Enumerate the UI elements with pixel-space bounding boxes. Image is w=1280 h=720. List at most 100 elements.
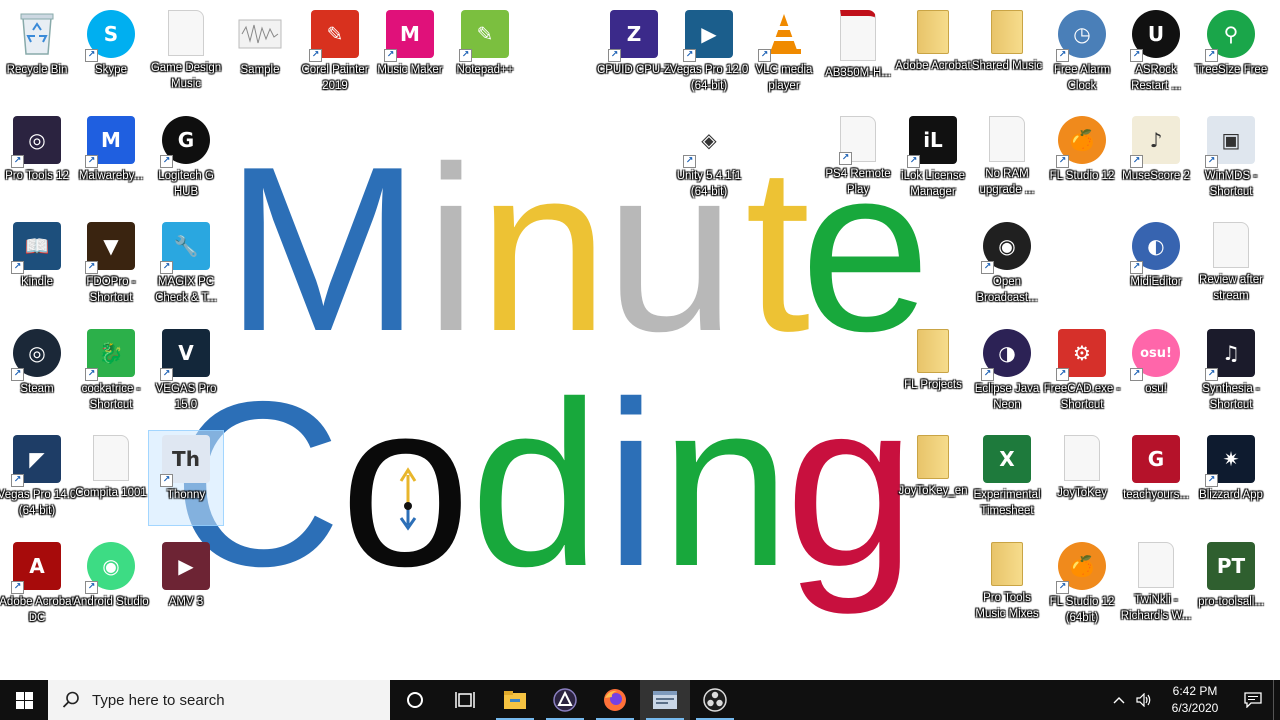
desktop-icon-open-broadcast[interactable]: ◉ ↗ Open Broadcast... <box>970 218 1044 322</box>
task-view-button[interactable] <box>440 680 490 720</box>
desktop-icon-corel-painter-2019[interactable]: ✎ ↗ Corel Painter 2019 <box>298 6 372 110</box>
desktop-icon-vegas-pro-14-0-64-bit[interactable]: ◤ ↗ Vegas Pro 14.0 (64-bit) <box>0 431 76 535</box>
thonny-taskbar-button[interactable] <box>640 680 690 720</box>
musescore-icon: ♪ ↗ <box>1130 116 1180 168</box>
start-button[interactable] <box>0 680 48 720</box>
action-center-button[interactable] <box>1233 680 1273 720</box>
document-icon: ↗ <box>839 116 876 165</box>
desktop-icon-synthesia-shortcut[interactable]: ♫ ↗ Synthesia - Shortcut <box>1194 325 1268 429</box>
desktop-icon-sample[interactable]: Sample <box>223 6 297 110</box>
show-hidden-icons-button[interactable] <box>1107 680 1131 720</box>
desktop-icon-experimental-timesheet[interactable]: X Experimental Timesheet <box>970 431 1044 535</box>
obs-taskbar-button[interactable] <box>690 680 740 720</box>
desktop-icon-treesize-free[interactable]: ⚲ ↗ TreeSize Free <box>1194 6 1268 110</box>
fl-studio-64-icon: 🍊 ↗ <box>1056 542 1106 594</box>
desktop-icon-musescore-2[interactable]: ♪ ↗ MuseScore 2 <box>1119 112 1193 216</box>
desktop-icon-label: Pro Tools 12 <box>5 170 69 182</box>
desktop-icon-steam[interactable]: ◎ ↗ Steam <box>0 325 74 429</box>
desktop-icon-fl-studio-12-64bit[interactable]: 🍊 ↗ FL Studio 12 (64bit) <box>1045 538 1119 642</box>
desktop-icon-twinkli-richard-s-w[interactable]: TwiNkli - Richard's W... <box>1119 538 1193 642</box>
desktop-icon-joytokey-en[interactable]: JoyToKey_en <box>896 431 970 535</box>
desktop-icon-logitech-g-hub[interactable]: G ↗ Logitech G HUB <box>149 112 223 216</box>
desktop-icon-joytokey[interactable]: JoyToKey <box>1045 431 1119 535</box>
desktop-icon-ab350m-h[interactable]: AB350M-H... <box>821 6 895 110</box>
desktop-icon-shared-music[interactable]: Shared Music <box>970 6 1044 110</box>
desktop-icon-fl-projects[interactable]: FL Projects <box>896 325 970 429</box>
clock-date: 6/3/2020 <box>1171 701 1219 715</box>
desktop-icon-midieditor[interactable]: ◐ ↗ MidiEditor <box>1119 218 1193 322</box>
shortcut-arrow-icon: ↗ <box>981 261 994 274</box>
desktop-icon-pro-toolsall[interactable]: PT pro-toolsall... <box>1194 538 1268 642</box>
desktop-icon-thonny[interactable]: Th ↗ Thonny <box>148 430 224 526</box>
desktop-icon-cockatrice-shortcut[interactable]: 🐉 ↗ cockatrice - Shortcut <box>74 325 148 429</box>
desktop-icon-label: Free Alarm Clock <box>1053 64 1111 92</box>
desktop-icon-fdopro-shortcut[interactable]: ▼ ↗ FDOPro - Shortcut <box>74 218 148 322</box>
desktop-icon-teachyours[interactable]: Gteachyours... <box>1119 431 1193 535</box>
desktop-icon-malwareby[interactable]: M ↗ Malwareby... <box>74 112 148 216</box>
taskbar-clock[interactable]: 6:42 PM 6/3/2020 <box>1157 683 1233 717</box>
kindle-icon: 📖 ↗ <box>11 222 61 274</box>
desktop-icon-label: FL Studio 12 (64bit) <box>1049 596 1115 624</box>
desktop-icon-unity-5-4-1f1-64-bit[interactable]: ◈ ↗ Unity 5.4.1f1 (64-bit) <box>672 112 746 216</box>
shortcut-arrow-icon: ↗ <box>1130 261 1143 274</box>
desktop-icon-winmds-shortcut[interactable]: ▣ ↗ WinMDS - Shortcut <box>1194 112 1268 216</box>
desktop-icon-label: Thonny <box>166 489 206 501</box>
volume-button[interactable] <box>1131 680 1157 720</box>
show-desktop-button[interactable] <box>1273 680 1280 720</box>
desktop-icon-review-after-stream[interactable]: Review after stream <box>1194 218 1268 322</box>
desktop-icon-amv-3[interactable]: ▶ AMV 3 <box>149 538 223 642</box>
desktop-icon-eclipse-java-neon[interactable]: ◑ ↗ Eclipse Java Neon <box>970 325 1044 429</box>
pdf-document-icon <box>840 10 876 61</box>
desktop-icon-compita-1001[interactable]: Compita 1001 <box>74 431 148 535</box>
skype-icon: S ↗ <box>85 10 135 62</box>
desktop-icon-freecad-exe-shortcut[interactable]: ⚙ ↗ FreeCAD.exe - Shortcut <box>1044 325 1120 429</box>
desktop-icon-osu[interactable]: osu! ↗ osu! <box>1119 325 1193 429</box>
desktop-icon-adobe-acrobat[interactable]: Adobe Acrobat <box>895 6 971 110</box>
desktop-icon-ps4-remote-play[interactable]: ↗ PS4 Remote Play <box>821 112 895 216</box>
desktop-icon-pro-tools-12[interactable]: ◎ ↗ Pro Tools 12 <box>0 112 74 216</box>
shortcut-arrow-icon: ↗ <box>1130 49 1143 62</box>
desktop-icon-game-design-music[interactable]: Game Design Music <box>149 6 223 110</box>
desktop-icon-vlc-media-player[interactable]: ↗ VLC media player <box>747 6 821 110</box>
desktop-icon-label: Malwareby... <box>78 170 144 182</box>
desktop-icon-no-ram-upgrade[interactable]: No RAM upgrade ... <box>970 112 1044 216</box>
desktop-icon-vegas-pro-15-0[interactable]: V ↗ VEGAS Pro 15.0 <box>149 325 223 429</box>
file-explorer-taskbar-button[interactable] <box>490 680 540 720</box>
desktop-icon-label: VEGAS Pro 15.0 <box>155 383 217 411</box>
desktop-icon-kindle[interactable]: 📖 ↗ Kindle <box>0 218 74 322</box>
desktop-icon-android-studio[interactable]: ◉ ↗ Android Studio <box>73 538 149 642</box>
recycle-bin-icon <box>13 10 61 58</box>
desktop-icon-pro-tools-music-mixes[interactable]: Pro Tools Music Mixes <box>970 538 1044 642</box>
desktop-icon-asrock-restart[interactable]: U ↗ ASRock Restart ... <box>1119 6 1193 110</box>
cockatrice-icon: 🐉 ↗ <box>85 329 135 381</box>
desktop-icon-notepad[interactable]: ✎ ↗ Notepad++ <box>448 6 522 110</box>
desktop-icon-magix-pc-check-t[interactable]: 🔧 ↗ MAGIX PC Check & T... <box>149 218 223 322</box>
task-view-icon <box>455 692 475 708</box>
file-explorer-icon <box>504 691 526 709</box>
desktop-icon-blizzard-app[interactable]: ✷ ↗ Blizzard App <box>1194 431 1268 535</box>
folder-icon <box>917 329 949 373</box>
desktop-icon-label: cockatrice - Shortcut <box>81 383 141 411</box>
desktop-icon-music-maker[interactable]: M ↗ Music Maker <box>373 6 447 110</box>
folder-icon <box>991 542 1023 586</box>
desktop-icon-free-alarm-clock[interactable]: ◷ ↗ Free Alarm Clock <box>1045 6 1119 110</box>
desktop-icon-cpuid-cpu-z[interactable]: Z ↗ CPUID CPU-Z <box>597 6 671 110</box>
shortcut-arrow-icon: ↗ <box>1130 155 1143 168</box>
cpu-z-icon: Z ↗ <box>608 10 658 62</box>
desktop-icon-skype[interactable]: S ↗ Skype <box>74 6 148 110</box>
cortana-button[interactable] <box>390 680 440 720</box>
pro-tools-taskbar-button[interactable] <box>540 680 590 720</box>
desktop-icon-recycle-bin[interactable]: Recycle Bin <box>0 6 74 110</box>
desktop-icon-ilok-license-manager[interactable]: iL ↗ iLok License Manager <box>896 112 970 216</box>
taskbar-search-box[interactable]: Type here to search <box>48 680 390 720</box>
shortcut-arrow-icon: ↗ <box>85 49 98 62</box>
adobe-acrobat-icon: A ↗ <box>11 542 61 594</box>
shortcut-arrow-icon: ↗ <box>1056 581 1069 594</box>
desktop-icon-fl-studio-12[interactable]: 🍊 ↗ FL Studio 12 <box>1045 112 1119 216</box>
desktop-icon-label: Kindle <box>21 276 53 288</box>
desktop-icon-label: FL Projects <box>904 379 962 391</box>
shortcut-arrow-icon: ↗ <box>11 261 24 274</box>
desktop-icon-vegas-pro-12-0-64-bit[interactable]: ▶ ↗ Vegas Pro 12.0 (64-bit) <box>670 6 748 110</box>
firefox-taskbar-button[interactable] <box>590 680 640 720</box>
desktop-icon-adobe-acrobat-dc[interactable]: A ↗ Adobe Acrobat DC <box>0 538 75 642</box>
